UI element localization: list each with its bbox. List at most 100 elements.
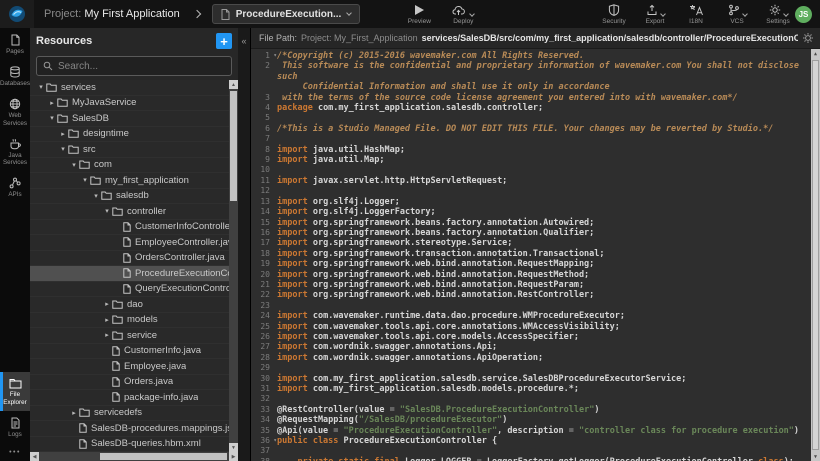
deploy-button[interactable]: Deploy (450, 3, 476, 25)
add-resource-button[interactable]: + (216, 33, 232, 49)
collapse-arrow-icon[interactable]: ▾ (91, 192, 101, 200)
tree-item-orders-java[interactable]: Orders.java (30, 375, 229, 391)
code-text (277, 301, 811, 311)
sidebar-more-button[interactable]: ••• (0, 443, 30, 461)
sidebar-item-file-explorer[interactable]: File Explorer (0, 372, 30, 410)
scroll-up-button[interactable]: ▲ (229, 80, 238, 89)
collapse-arrow-icon[interactable]: ▾ (58, 145, 68, 153)
tree-item-salesdb-queries-hbm-xml[interactable]: SalesDB-queries.hbm.xml (30, 437, 229, 453)
code-text (277, 113, 811, 123)
tree-item-models[interactable]: ▸models (30, 313, 229, 329)
sidebar-bottom-group: File ExplorerLogs (0, 372, 30, 443)
tree-item-label: my_first_application (105, 175, 189, 186)
fold-marker-icon[interactable]: ▾ (273, 51, 277, 61)
code-line: 14import org.slf4j.LoggerFactory; (251, 207, 811, 217)
tree-item-package-info-java[interactable]: package-info.java (30, 390, 229, 406)
tree-item-customerinfo-java[interactable]: CustomerInfo.java (30, 344, 229, 360)
security-button[interactable]: Security (601, 3, 627, 25)
tree-item-orderscontroller-java[interactable]: OrdersController.java (30, 251, 229, 267)
sidebar-item-java-services[interactable]: Java Services (0, 132, 30, 171)
code-line: 3 with the terms of the source code lice… (251, 93, 811, 103)
scroll-down-button[interactable]: ▼ (229, 443, 238, 452)
tree-item-service[interactable]: ▸service (30, 328, 229, 344)
tree-folder-icon (46, 83, 57, 92)
play-icon (414, 4, 425, 16)
expand-arrow-icon[interactable]: ▸ (58, 130, 68, 138)
expand-arrow-icon[interactable]: ▸ (47, 99, 57, 107)
file-path-bar: File Path: Project: My_First_Application… (251, 28, 820, 49)
tree-item-customerinfocontroller-java[interactable]: CustomerInfoController.java (30, 220, 229, 236)
tree-item-designtime[interactable]: ▸designtime (30, 127, 229, 143)
sidebar-item-web-services[interactable]: Web Services (0, 92, 30, 131)
open-file-dropdown[interactable]: ProcedureExecution... (212, 4, 361, 24)
code-editor-pane: File Path: Project: My_First_Application… (251, 28, 820, 461)
code-text: import java.util.HashMap; (277, 145, 811, 155)
collapse-arrow-icon[interactable]: ▾ (102, 207, 112, 215)
fold-marker-icon[interactable]: ▾ (273, 436, 277, 446)
expand-arrow-icon[interactable]: ▸ (69, 409, 79, 417)
tree-item-myjavaservice[interactable]: ▸MyJavaService (30, 96, 229, 112)
code-line: 5 (251, 113, 811, 123)
collapse-arrow-icon[interactable]: ▾ (47, 114, 57, 122)
search-input[interactable] (58, 61, 225, 72)
tree-item-label: Orders.java (124, 376, 173, 387)
expand-arrow-icon[interactable]: ▸ (102, 316, 112, 324)
editor-settings-gear-icon[interactable] (802, 32, 814, 44)
collapse-arrow-icon[interactable]: ▾ (69, 161, 79, 169)
tree-item-salesdb-procedures-mappings-json[interactable]: SalesDB-procedures.mappings.json (30, 421, 229, 437)
sidebar-item-pages[interactable]: Pages (0, 28, 30, 60)
code-text: import org.slf4j.LoggerFactory; (277, 207, 811, 217)
code-text: import org.springframework.beans.factory… (277, 228, 811, 238)
tree-item-queryexecutioncontroller-java[interactable]: QueryExecutionController.java (30, 282, 229, 298)
editor-scroll-up-button[interactable]: ▲ (811, 49, 820, 58)
tree-item-employee-java[interactable]: Employee.java (30, 359, 229, 375)
deploy-label: Deploy (453, 18, 473, 25)
code-text: import com.my_first_application.salesdb.… (277, 374, 811, 384)
code-line: 27import com.wordnik.swagger.annotations… (251, 342, 811, 352)
editor-scroll-down-button[interactable]: ▼ (811, 452, 820, 461)
sidebar-item-apis[interactable]: APIs (0, 171, 30, 203)
tree-item-services[interactable]: ▾services (30, 80, 229, 96)
tree-hscroll-thumb[interactable] (100, 453, 227, 460)
export-button[interactable]: Export (642, 3, 668, 25)
expand-arrow-icon[interactable]: ▸ (102, 331, 112, 339)
tree-item-src[interactable]: ▾src (30, 142, 229, 158)
preview-button[interactable]: Preview (406, 3, 432, 25)
expand-arrow-icon[interactable]: ▸ (102, 300, 112, 308)
collapse-arrow-icon[interactable]: ▾ (36, 83, 46, 91)
tree-item-label: controller (127, 206, 166, 217)
tree-item-salesdb[interactable]: ▾salesdb (30, 189, 229, 205)
tree-item-employeecontroller-java[interactable]: EmployeeController.java (30, 235, 229, 251)
i18n-button[interactable]: I18N (683, 3, 709, 25)
chevron-down-icon (742, 11, 748, 17)
code-line: 18import org.springframework.transaction… (251, 249, 811, 259)
code-editor[interactable]: 1▾/*Copyright (c) 2015-2016 wavemaker.co… (251, 49, 820, 461)
scroll-right-button[interactable]: ▶ (229, 452, 238, 461)
line-number: 19 (251, 259, 277, 269)
vcs-button[interactable]: VCS (724, 3, 750, 25)
scroll-left-button[interactable]: ◀ (30, 452, 39, 461)
open-file-name: ProcedureExecution... (236, 9, 342, 20)
security-icon-row (608, 3, 620, 16)
code-line: 19import org.springframework.web.bind.an… (251, 259, 811, 269)
line-number: 8 (251, 145, 277, 155)
tree-item-controller[interactable]: ▾ controller (30, 204, 229, 220)
tree-vscroll-thumb[interactable] (230, 91, 237, 201)
user-avatar[interactable]: JS (795, 6, 812, 23)
sidebar-item-databases[interactable]: Databases (0, 60, 30, 92)
tree-item-com[interactable]: ▾com (30, 158, 229, 174)
tree-item-procedureexecutioncontroller-java[interactable]: ProcedureExecutionController.java (30, 266, 229, 282)
collapse-arrow-icon[interactable]: ▾ (80, 176, 90, 184)
tree-file-icon (123, 284, 131, 294)
tree-item-my-first-application[interactable]: ▾ my_first_application (30, 173, 229, 189)
tree-item-servicedefs[interactable]: ▸servicedefs (30, 406, 229, 422)
line-number: 14 (251, 207, 277, 217)
tree-item-dao[interactable]: ▸dao (30, 297, 229, 313)
wavemaker-logo-icon (8, 5, 26, 23)
sidebar-item-logs[interactable]: Logs (0, 411, 30, 443)
settings-button[interactable]: Settings (765, 3, 791, 25)
tree-item-salesdb[interactable]: ▾SalesDB (30, 111, 229, 127)
collapse-panel-button[interactable]: « (238, 28, 250, 46)
code-line: 38 private static final Logger LOGGER = … (251, 457, 811, 461)
editor-vscroll-thumb[interactable] (812, 60, 819, 450)
